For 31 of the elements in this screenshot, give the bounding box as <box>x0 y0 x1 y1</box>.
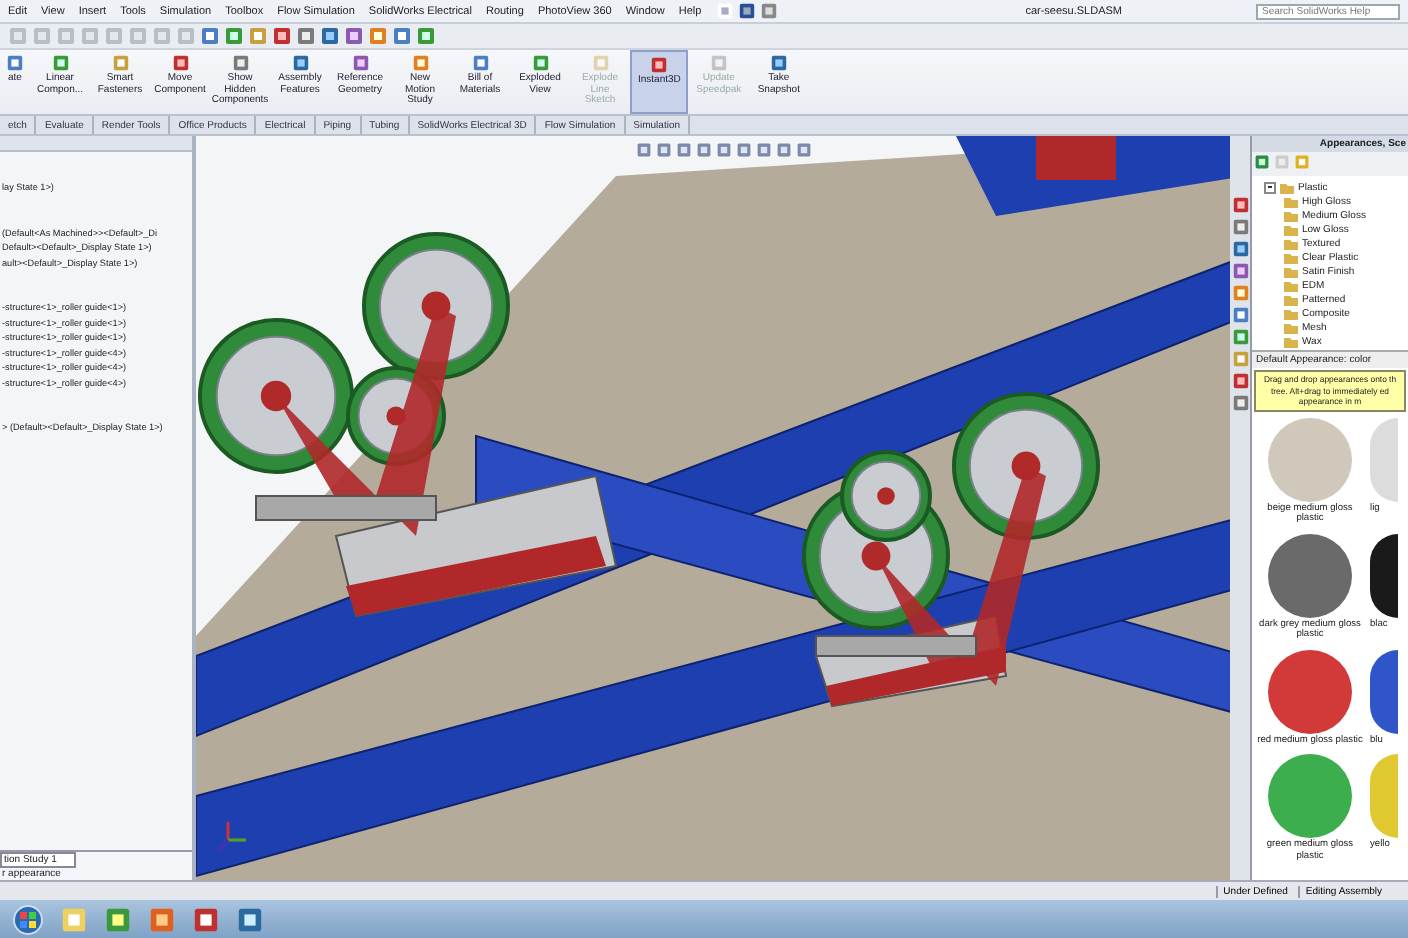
tool-icon <box>650 56 669 74</box>
taskbar-app-icon[interactable] <box>148 905 176 933</box>
appearance-swatch[interactable] <box>1268 533 1352 617</box>
appearance-swatch[interactable] <box>1370 754 1398 838</box>
tool-icon <box>531 54 549 72</box>
tool-icon <box>351 54 369 72</box>
tool-icon <box>291 54 309 72</box>
start-button-icon[interactable] <box>12 903 44 935</box>
taskbar-app-icon[interactable] <box>60 905 88 933</box>
appearance-swatch[interactable] <box>1370 417 1398 501</box>
tool-icon <box>709 54 728 72</box>
tool-icon <box>769 54 788 72</box>
appearance-swatch[interactable] <box>1268 649 1352 733</box>
appearance-swatch[interactable] <box>1268 754 1352 838</box>
appearance-swatch[interactable] <box>1370 533 1398 617</box>
appearance-swatch[interactable] <box>1268 417 1352 501</box>
axis-triad-icon <box>216 820 248 852</box>
tool-icon <box>591 54 609 72</box>
tool-icon <box>411 54 429 72</box>
tool-icon <box>111 54 129 72</box>
tool-icon <box>171 54 189 72</box>
tool-icon <box>231 54 249 72</box>
bracket <box>1036 136 1116 180</box>
tool-icon <box>51 54 69 72</box>
expander-icon[interactable] <box>1264 181 1276 193</box>
taskbar-app-icon[interactable] <box>104 905 132 933</box>
tool-icon <box>471 54 489 72</box>
tool-icon <box>6 54 24 72</box>
taskbar-app-icon[interactable] <box>236 905 264 933</box>
appearance-swatch[interactable] <box>1370 649 1398 733</box>
taskbar-app-icon[interactable] <box>192 905 220 933</box>
